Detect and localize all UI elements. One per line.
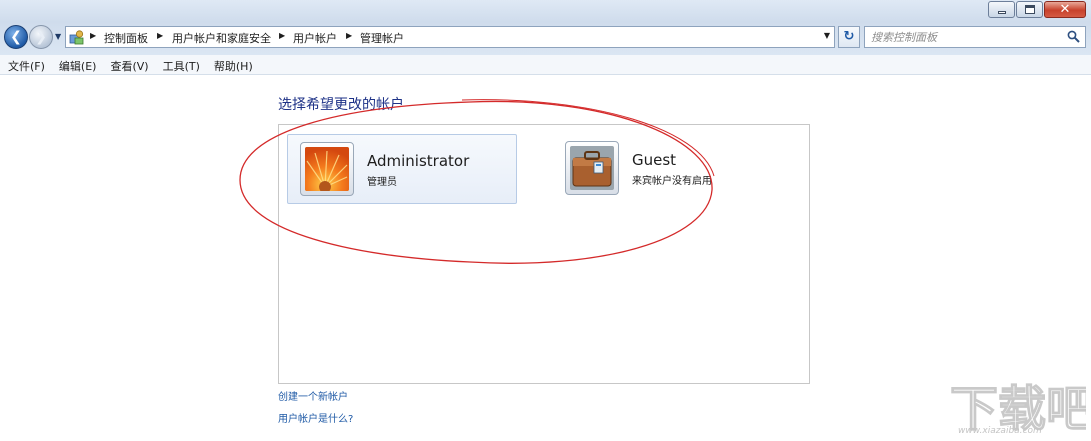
page-title: 选择希望更改的帐户 [278,97,404,113]
flower-picture-icon [305,147,349,191]
recent-pages-dropdown-icon[interactable]: ▼ [55,32,61,41]
refresh-button[interactable]: ↻ [838,26,860,48]
window-controls: ✕ [988,1,1086,18]
account-tile-guest[interactable]: Guest 来宾帐户没有启用 [553,134,783,204]
account-type: 来宾帐户没有启用 [632,176,712,187]
what-is-user-account-link[interactable]: 用户帐户是什么? [278,410,353,425]
menu-view[interactable]: 查看(V) [102,55,154,74]
create-account-link[interactable]: 创建一个新帐户 [278,388,348,403]
main-content: 选择希望更改的帐户 Administrator 管理员 Guest 来宾帐户没有… [0,75,1091,441]
close-icon: ✕ [1059,2,1071,17]
refresh-icon: ↻ [843,29,855,44]
account-picture [300,142,354,196]
breadcrumb-arrow-icon[interactable]: ▶ [157,31,163,40]
breadcrumb-control-panel[interactable]: 控制面板 [104,30,148,46]
maximize-button[interactable] [1016,1,1043,18]
address-bar[interactable]: ▶ 控制面板 ▶ 用户帐户和家庭安全 ▶ 用户帐户 ▶ 管理帐户 ▼ [65,26,835,48]
account-name: Administrator [367,152,470,170]
maximize-icon [1025,5,1035,14]
briefcase-picture-icon [570,146,614,190]
arrow-right-icon: ❯ [35,29,47,45]
breadcrumb-arrow-icon[interactable]: ▶ [346,31,352,40]
menu-bar: 文件(F) 编辑(E) 查看(V) 工具(T) 帮助(H) [0,55,1091,75]
address-row: ❮ ❯ ▼ ▶ 控制面板 ▶ 用户帐户和家庭安全 ▶ 用户帐户 ▶ 管理帐户 ▼… [0,22,1091,55]
account-name: Guest [632,151,677,169]
close-button[interactable]: ✕ [1044,1,1086,18]
search-input[interactable] [871,29,1061,45]
arrow-left-icon: ❮ [10,29,22,45]
account-tile-administrator[interactable]: Administrator 管理员 [287,134,517,204]
menu-tools[interactable]: 工具(T) [155,55,206,74]
menu-file[interactable]: 文件(F) [0,55,51,74]
menu-edit[interactable]: 编辑(E) [51,55,103,74]
forward-button[interactable]: ❯ [29,25,53,49]
address-dropdown-icon[interactable]: ▼ [824,31,830,40]
breadcrumb-manage-accounts[interactable]: 管理帐户 [360,30,404,46]
minimize-button[interactable] [988,1,1015,18]
menu-help[interactable]: 帮助(H) [206,55,259,74]
watermark-url: www.xiazaiba.com [958,426,1042,436]
account-picture [565,141,619,195]
back-button[interactable]: ❮ [4,25,28,49]
account-list-panel: Administrator 管理员 Guest 来宾帐户没有启用 [278,124,810,384]
account-type: 管理员 [367,177,397,188]
title-bar: ✕ [0,0,1091,22]
control-panel-icon [69,30,84,45]
breadcrumb-arrow-icon[interactable]: ▶ [90,31,96,40]
breadcrumb-user-accounts[interactable]: 用户帐户 [293,30,337,46]
breadcrumb-user-accounts-family-safety[interactable]: 用户帐户和家庭安全 [172,30,271,46]
breadcrumb-arrow-icon[interactable]: ▶ [279,31,285,40]
search-icon[interactable] [1067,30,1080,43]
minimize-icon [998,11,1006,14]
search-box [864,26,1086,48]
